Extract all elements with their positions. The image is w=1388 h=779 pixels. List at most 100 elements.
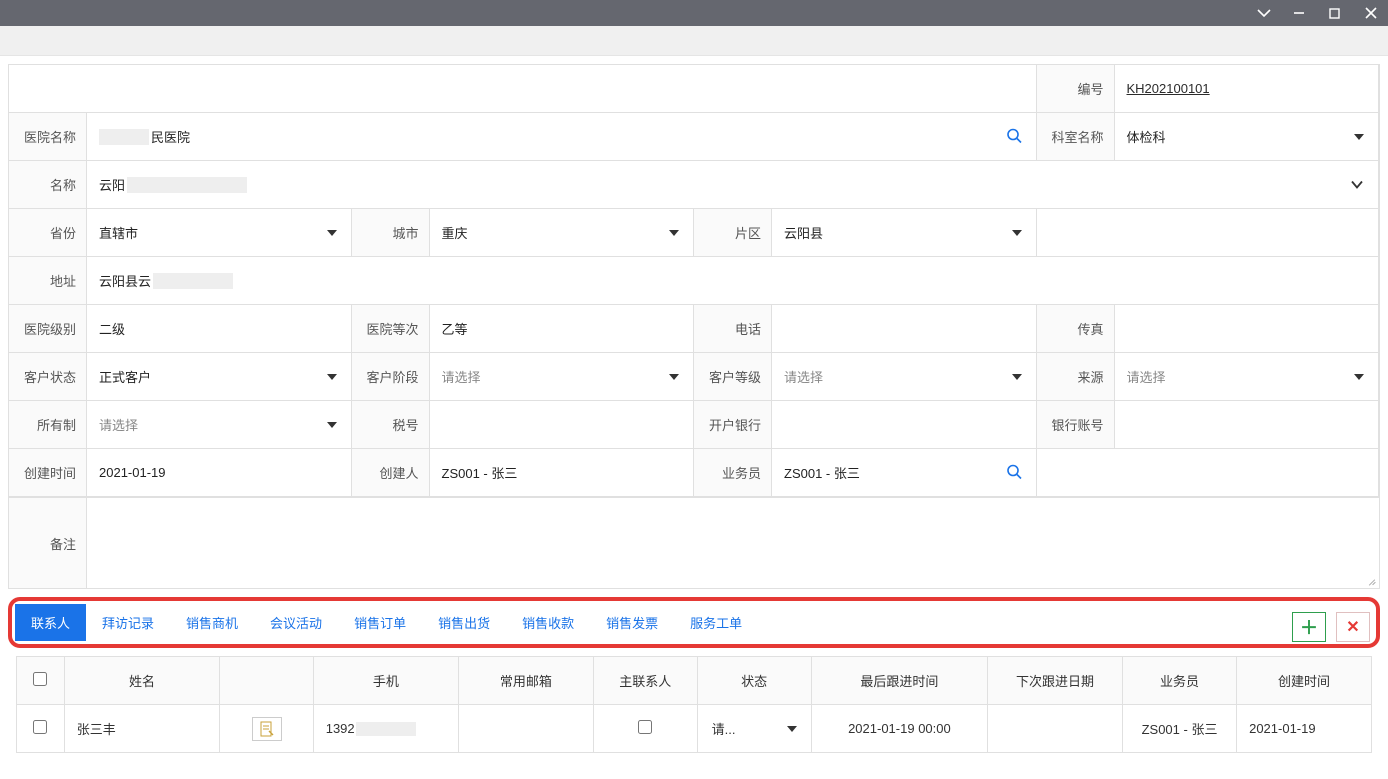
province-select[interactable]: 直辖市 [87,209,352,257]
district-label: 片区 [694,209,772,257]
creator-value: ZS001 - 张三 [430,449,695,497]
tab-2[interactable]: 销售商机 [170,604,254,641]
source-select[interactable]: 请选择 [1115,353,1380,401]
cust-stage-select[interactable]: 请选择 [430,353,695,401]
tabs-highlighted-box: 联系人拜访记录销售商机会议活动销售订单销售出货销售收款销售发票服务工单 [8,597,1380,648]
ownership-select[interactable]: 请选择 [87,401,352,449]
cell-created: 2021-01-19 [1237,705,1372,753]
chevron-down-icon [1012,230,1022,236]
bank-input[interactable] [772,401,1037,449]
address-label: 地址 [9,257,87,305]
masked-text [99,129,149,145]
cell-salesman: ZS001 - 张三 [1122,705,1236,753]
tab-6[interactable]: 销售收款 [506,604,590,641]
resize-handle-icon[interactable] [1366,575,1376,585]
header-spacer [9,65,1037,113]
table-header-row: 姓名手机常用邮箱主联系人状态最后跟进时间下次跟进日期业务员创建时间 [17,657,1372,705]
tax-no-label: 税号 [352,401,430,449]
tabs: 联系人拜访记录销售商机会议活动销售订单销售出货销售收款销售发票服务工单 [15,604,1373,641]
chevron-down-icon [669,374,679,380]
table-header-1: 姓名 [64,657,220,705]
titlebar [0,0,1388,26]
cell-next-follow [988,705,1123,753]
main-contact-checkbox[interactable] [638,720,652,734]
chevron-down-icon [1354,374,1364,380]
minimize-button[interactable] [1292,6,1310,20]
cust-stage-label: 客户阶段 [352,353,430,401]
hospital-name-label: 医院名称 [9,113,87,161]
table-header-5: 主联系人 [593,657,697,705]
table-header-3: 手机 [313,657,458,705]
district-select[interactable]: 云阳县 [772,209,1037,257]
hospital-rank-input[interactable]: 乙等 [430,305,695,353]
salesman-label: 业务员 [694,449,772,497]
row-checkbox[interactable] [33,720,47,734]
table-wrap: 姓名手机常用邮箱主联系人状态最后跟进时间下次跟进日期业务员创建时间 张三丰139… [8,656,1380,753]
document-icon[interactable] [252,717,282,741]
tab-1[interactable]: 拜访记录 [86,604,170,641]
table-body: 张三丰 1392 请...2021-01-19 00:00 ZS001 - 张三202… [17,705,1372,753]
chevron-down-icon [669,230,679,236]
cell-phone: 1392 [313,705,458,753]
table-header-7: 最后跟进时间 [811,657,987,705]
cust-status-select[interactable]: 正式客户 [87,353,352,401]
cell-status[interactable]: 请... [697,705,811,753]
contacts-table: 姓名手机常用邮箱主联系人状态最后跟进时间下次跟进日期业务员创建时间 张三丰139… [16,656,1372,753]
tab-4[interactable]: 销售订单 [338,604,422,641]
delete-button[interactable]: ✕ [1336,612,1370,642]
ownership-label: 所有制 [9,401,87,449]
address-input[interactable]: 云阳县云 [87,257,1379,305]
empty-cell [1037,209,1380,257]
remark-label: 备注 [9,498,87,588]
province-label: 省份 [9,209,87,257]
created-time-label: 创建时间 [9,449,87,497]
bank-acct-input[interactable] [1115,401,1380,449]
tab-5[interactable]: 销售出货 [422,604,506,641]
name-input[interactable]: 云阳 [87,161,1379,209]
hospital-name-input[interactable]: 民医院 [87,113,1037,161]
cust-grade-select[interactable]: 请选择 [772,353,1037,401]
table-header-9: 业务员 [1122,657,1236,705]
remark-textarea[interactable] [87,498,1379,588]
tab-0[interactable]: 联系人 [15,604,86,641]
source-label: 来源 [1037,353,1115,401]
search-icon[interactable] [1006,127,1022,146]
search-icon[interactable] [1006,463,1022,482]
bank-label: 开户银行 [694,401,772,449]
table-header-0 [17,657,65,705]
table-header-8: 下次跟进日期 [988,657,1123,705]
select-all-checkbox[interactable] [33,672,47,686]
fax-input[interactable] [1115,305,1380,353]
cell-last-follow: 2021-01-19 00:00 [811,705,987,753]
add-button[interactable]: ＋ [1292,612,1326,642]
phone-input[interactable] [772,305,1037,353]
creator-label: 创建人 [352,449,430,497]
table-header-2 [220,657,313,705]
dropdown-icon[interactable] [1256,8,1274,18]
tax-no-input[interactable] [430,401,695,449]
empty-cell [1037,449,1380,497]
cell-doc [220,705,313,753]
name-label: 名称 [9,161,87,209]
cust-grade-label: 客户等级 [694,353,772,401]
cell-name: 张三丰 [64,705,220,753]
masked-text [127,177,247,193]
chevron-down-icon [327,230,337,236]
dept-name-select[interactable]: 体检科 [1115,113,1380,161]
hospital-level-input[interactable]: 二级 [87,305,352,353]
tab-8[interactable]: 服务工单 [674,604,758,641]
cell-main-contact [593,705,697,753]
tab-7[interactable]: 销售发票 [590,604,674,641]
table-row: 张三丰 1392 请...2021-01-19 00:00 ZS001 - 张三202… [17,705,1372,753]
code-value[interactable]: KH202100101 [1115,65,1380,113]
close-button[interactable] [1364,6,1382,20]
table-header-4: 常用邮箱 [458,657,593,705]
cust-status-label: 客户状态 [9,353,87,401]
maximize-button[interactable] [1328,7,1346,20]
salesman-input[interactable]: ZS001 - 张三 [772,449,1037,497]
fax-label: 传真 [1037,305,1115,353]
chevron-down-icon[interactable] [1350,177,1364,192]
tab-3[interactable]: 会议活动 [254,604,338,641]
bank-acct-label: 银行账号 [1037,401,1115,449]
city-select[interactable]: 重庆 [430,209,695,257]
